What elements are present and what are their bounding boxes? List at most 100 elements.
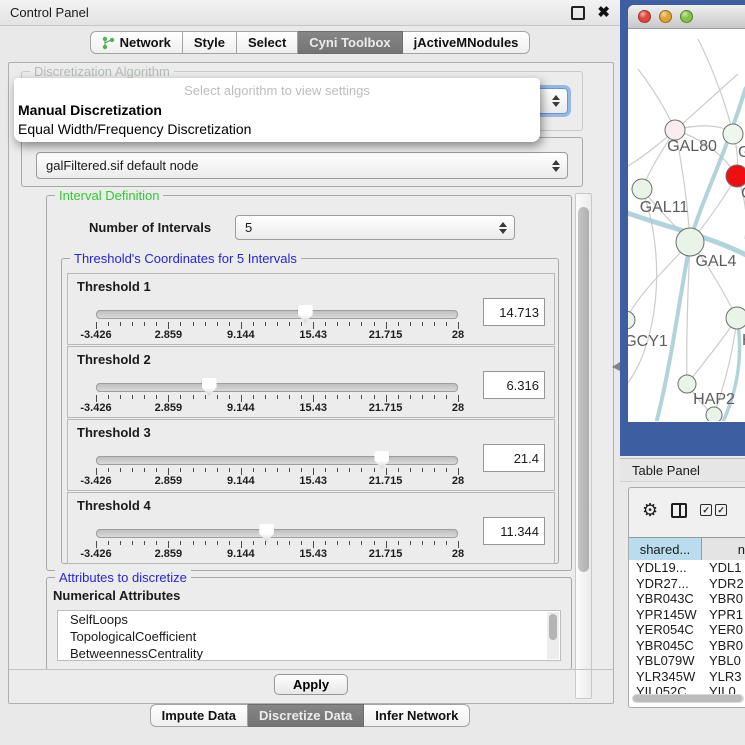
threshold-slider[interactable] bbox=[96, 456, 458, 465]
network-node[interactable] bbox=[726, 307, 745, 329]
mac-zoom-button[interactable] bbox=[680, 10, 693, 23]
threshold-value-field[interactable]: 6.316 bbox=[483, 371, 545, 399]
network-node[interactable] bbox=[723, 124, 743, 144]
network-node[interactable] bbox=[726, 165, 745, 187]
slider-thumb[interactable] bbox=[374, 451, 389, 469]
slider-thumb[interactable] bbox=[259, 524, 274, 542]
threshold-card: Threshold 2-3.4262.8599.14415.4321.71528… bbox=[67, 346, 555, 418]
float-window-icon[interactable] bbox=[571, 6, 585, 20]
main-vertical-scrollbar[interactable] bbox=[575, 193, 592, 699]
table-cell: YPR1 bbox=[701, 607, 745, 623]
tab-jactivemnodules[interactable]: jActiveMNodules bbox=[403, 31, 531, 54]
tick-label: 28 bbox=[452, 548, 464, 560]
slider-thumb[interactable] bbox=[298, 305, 313, 323]
mac-minimize-button[interactable] bbox=[659, 10, 672, 23]
threshold-value-field[interactable]: 11.344 bbox=[483, 517, 545, 545]
number-of-intervals-value: 5 bbox=[245, 220, 252, 235]
thresholds-group-label: Threshold's Coordinates for 5 Intervals bbox=[70, 251, 301, 266]
tab-label: Network bbox=[120, 35, 171, 50]
threshold-card: Threshold 4-3.4262.8599.14415.4321.71528… bbox=[67, 492, 555, 564]
tab-network[interactable]: Network bbox=[90, 31, 183, 54]
network-node[interactable] bbox=[706, 407, 722, 421]
scrollbar-thumb[interactable] bbox=[633, 695, 742, 702]
mac-close-button[interactable] bbox=[638, 10, 651, 23]
network-node[interactable] bbox=[676, 228, 704, 256]
table-data-group: Table Data galFiltered.sif default node bbox=[21, 137, 583, 187]
checkbox-checked-icon[interactable]: ✓ bbox=[715, 504, 727, 516]
network-canvas[interactable]: GAL80GACGAL11GAL4GCY1HHAP2 bbox=[628, 29, 745, 421]
table-row[interactable]: YBR043CYBR0 bbox=[629, 591, 745, 607]
threshold-slider[interactable] bbox=[96, 310, 458, 319]
network-node-label: GCY1 bbox=[628, 333, 668, 350]
network-desktop-background: GAL80GACGAL11GAL4GCY1HHAP2 bbox=[620, 0, 745, 456]
numerical-attributes-list[interactable]: SelfLoopsTopologicalCoefficientBetweenne… bbox=[57, 610, 561, 661]
table-panel-titlebar: Table Panel bbox=[620, 458, 745, 482]
threshold-slider[interactable] bbox=[96, 383, 458, 392]
table-cell: YBL0 bbox=[701, 653, 745, 669]
split-columns-icon[interactable] bbox=[671, 503, 687, 518]
network-view-window: GAL80GACGAL11GAL4GCY1HHAP2 bbox=[628, 5, 745, 422]
slider-thumb[interactable] bbox=[202, 378, 217, 396]
checkbox-checked-icon[interactable]: ✓ bbox=[700, 504, 712, 516]
table-horizontal-scrollbar[interactable] bbox=[632, 694, 744, 703]
tick-label: -3.426 bbox=[80, 329, 111, 341]
network-node[interactable] bbox=[665, 120, 685, 140]
algorithm-option[interactable]: Manual Discretization bbox=[14, 101, 540, 120]
table-data-combobox[interactable]: galFiltered.sif default node bbox=[36, 152, 568, 179]
gear-icon[interactable]: ⚙ bbox=[642, 501, 658, 519]
tab-select[interactable]: Select bbox=[237, 31, 298, 54]
tick-label: 2.859 bbox=[155, 475, 183, 487]
combo-stepper-icon bbox=[552, 160, 560, 172]
threshold-slider[interactable] bbox=[96, 529, 458, 538]
tick-label: -3.426 bbox=[80, 402, 111, 414]
tick-label: 2.859 bbox=[155, 548, 183, 560]
tab-label: Discretize Data bbox=[259, 708, 352, 723]
tick-label: 2.859 bbox=[155, 329, 183, 341]
tab-discretize-data[interactable]: Discretize Data bbox=[248, 704, 364, 727]
tab-impute-data[interactable]: Impute Data bbox=[150, 704, 248, 727]
attribute-list-item[interactable]: SelfLoops bbox=[58, 611, 560, 628]
table-cell: YBR043C bbox=[629, 591, 701, 607]
table-data-value: galFiltered.sif default node bbox=[46, 158, 198, 173]
tick-label: 2.859 bbox=[155, 402, 183, 414]
network-node[interactable] bbox=[632, 179, 652, 199]
network-window-titlebar bbox=[628, 5, 745, 29]
algorithm-option[interactable]: Equal Width/Frequency Discretization bbox=[14, 120, 540, 139]
table-row[interactable]: YBR045CYBR0 bbox=[629, 638, 745, 654]
tick-label: 9.144 bbox=[227, 402, 255, 414]
separator bbox=[9, 669, 613, 670]
tab-label: Infer Network bbox=[375, 708, 458, 723]
tab-style[interactable]: Style bbox=[183, 31, 237, 54]
close-icon[interactable]: ✖ bbox=[597, 8, 610, 18]
table-row[interactable]: YDR27...YDR2 bbox=[629, 576, 745, 592]
tick-label: 28 bbox=[452, 475, 464, 487]
attribute-list-item[interactable]: TopologicalCoefficient bbox=[58, 628, 560, 645]
table-row[interactable]: YPR145WYPR1 bbox=[629, 607, 745, 623]
threshold-value-field[interactable]: 14.713 bbox=[483, 298, 545, 326]
table-column-header[interactable]: n bbox=[702, 538, 745, 560]
apply-button[interactable]: Apply bbox=[274, 674, 348, 695]
table-cell: YDR27... bbox=[629, 576, 701, 592]
tick-label: 9.144 bbox=[227, 329, 255, 341]
table-cell: YBR045C bbox=[629, 638, 701, 654]
network-node[interactable] bbox=[628, 311, 635, 329]
attribute-list-item[interactable]: BetweennessCentrality bbox=[58, 645, 560, 661]
table-row[interactable]: YLR345WYLR3 bbox=[629, 669, 745, 685]
table-cell: YLR345W bbox=[629, 669, 701, 685]
threshold-value-field[interactable]: 21.4 bbox=[483, 444, 545, 472]
network-node-label: GAL80 bbox=[667, 138, 717, 155]
tab-infer-network[interactable]: Infer Network bbox=[364, 704, 470, 727]
attributes-scrollbar[interactable] bbox=[547, 612, 559, 659]
tick-label: 21.715 bbox=[369, 548, 403, 560]
top-tabbar: Network StyleSelectCyni ToolboxjActiveMNo… bbox=[0, 31, 620, 54]
table-column-header[interactable]: shared... bbox=[629, 538, 702, 560]
number-of-intervals-combobox[interactable]: 5 bbox=[235, 215, 515, 240]
table-row[interactable]: YDL19...YDL1 bbox=[629, 560, 745, 576]
tick-label: 15.43 bbox=[299, 475, 327, 487]
tab-cyni-toolbox[interactable]: Cyni Toolbox bbox=[298, 31, 402, 54]
scrollbar-thumb[interactable] bbox=[578, 207, 589, 572]
table-row[interactable]: YBL079WYBL0 bbox=[629, 653, 745, 669]
select-all-checkbox-icons[interactable]: ✓ ✓ bbox=[700, 504, 727, 516]
table-row[interactable]: YER054CYER0 bbox=[629, 622, 745, 638]
algorithm-dropdown-popup: Select algorithm to view settings Manual… bbox=[14, 78, 540, 142]
